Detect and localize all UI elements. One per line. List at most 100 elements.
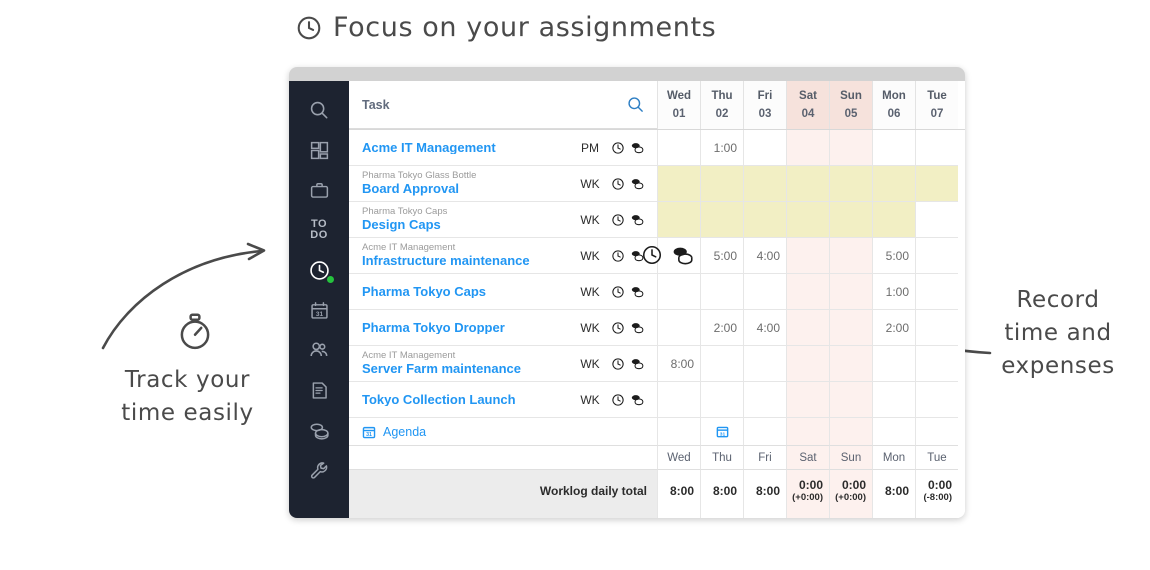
worklog-cell[interactable] <box>786 202 829 238</box>
agenda-day-cell[interactable] <box>786 418 829 446</box>
clock-icon[interactable] <box>611 249 625 263</box>
worklog-cell[interactable] <box>786 130 829 166</box>
worklog-cell[interactable] <box>829 166 872 202</box>
agenda-day-cell[interactable]: 31 <box>700 418 743 446</box>
worklog-cell[interactable] <box>872 382 915 418</box>
day-header-wed[interactable]: Wed 01 <box>657 81 700 129</box>
task-name-link[interactable]: Pharma Tokyo Dropper <box>362 321 573 335</box>
sidebar-item-people[interactable] <box>299 337 339 363</box>
worklog-cell[interactable]: 1:00 <box>872 274 915 310</box>
worklog-cell[interactable]: 2:00 <box>872 310 915 346</box>
task-name-link[interactable]: Design Caps <box>362 218 573 232</box>
sidebar-item-todo[interactable]: TO DO <box>299 217 339 243</box>
worklog-cell[interactable] <box>786 238 829 274</box>
task-name-link[interactable]: Infrastructure maintenance <box>362 254 573 268</box>
calendar-icon[interactable]: 31 <box>716 425 729 438</box>
row-action-icons[interactable] <box>607 140 647 155</box>
agenda-day-cell[interactable] <box>829 418 872 446</box>
coins-icon[interactable] <box>630 392 645 407</box>
search-icon[interactable] <box>626 95 645 114</box>
worklog-cell[interactable] <box>829 130 872 166</box>
worklog-cell[interactable] <box>657 202 700 238</box>
worklog-cell[interactable] <box>786 274 829 310</box>
table-row[interactable]: Tokyo Collection Launch WK <box>349 382 965 418</box>
clock-icon[interactable] <box>611 357 625 371</box>
task-name-link[interactable]: Board Approval <box>362 182 573 196</box>
worklog-cell[interactable] <box>657 382 700 418</box>
agenda-day-cell[interactable] <box>657 418 700 446</box>
worklog-cell[interactable] <box>872 166 915 202</box>
worklog-cell[interactable]: 4:00 <box>743 310 786 346</box>
worklog-cell[interactable] <box>743 346 786 382</box>
worklog-cell[interactable] <box>915 238 958 274</box>
worklog-cell[interactable]: 2:00 <box>700 310 743 346</box>
task-name-link[interactable]: Tokyo Collection Launch <box>362 393 573 407</box>
coins-icon[interactable] <box>630 212 645 227</box>
agenda-row[interactable]: 31 Agenda 31 <box>349 418 965 446</box>
clock-icon[interactable] <box>641 244 663 266</box>
table-row[interactable]: Acme IT Management PM 1:00 <box>349 130 965 166</box>
task-name-link[interactable]: Server Farm maintenance <box>362 362 573 376</box>
clock-icon[interactable] <box>611 321 625 335</box>
row-action-icons[interactable] <box>607 176 647 191</box>
coins-icon[interactable] <box>630 320 645 335</box>
task-name-link[interactable]: Pharma Tokyo Caps <box>362 285 573 299</box>
row-action-icons[interactable] <box>607 212 647 227</box>
table-row[interactable]: Pharma Tokyo Dropper WK 2:00 4:00 2:00 <box>349 310 965 346</box>
sidebar-item-calendar[interactable]: 31 <box>299 297 339 323</box>
sidebar-item-settings[interactable] <box>299 457 339 483</box>
worklog-cell[interactable] <box>915 310 958 346</box>
table-row[interactable]: Pharma Tokyo Caps WK 1:00 <box>349 274 965 310</box>
worklog-cell[interactable] <box>915 130 958 166</box>
worklog-cell[interactable] <box>743 274 786 310</box>
clock-icon[interactable] <box>611 285 625 299</box>
day-header-thu[interactable]: Thu 02 <box>700 81 743 129</box>
worklog-cell[interactable] <box>657 130 700 166</box>
worklog-cell[interactable] <box>872 130 915 166</box>
worklog-cell[interactable] <box>829 202 872 238</box>
worklog-cell[interactable]: 4:00 <box>743 238 786 274</box>
table-row[interactable]: Acme IT Management Server Farm maintenanc… <box>349 346 965 382</box>
day-header-mon[interactable]: Mon 06 <box>872 81 915 129</box>
worklog-cell[interactable] <box>700 346 743 382</box>
worklog-cell[interactable] <box>915 274 958 310</box>
worklog-cell[interactable] <box>915 382 958 418</box>
sidebar-item-search[interactable] <box>299 97 339 123</box>
coins-icon[interactable] <box>671 243 695 267</box>
table-row[interactable]: Pharma Tokyo Caps Design Caps WK <box>349 202 965 238</box>
worklog-cell[interactable]: 1:00 <box>700 130 743 166</box>
coins-icon[interactable] <box>630 140 645 155</box>
clock-icon[interactable] <box>611 213 625 227</box>
worklog-cell[interactable] <box>915 166 958 202</box>
worklog-cell[interactable] <box>829 310 872 346</box>
worklog-cell[interactable] <box>786 166 829 202</box>
worklog-cell[interactable] <box>700 382 743 418</box>
worklog-cell[interactable] <box>915 202 958 238</box>
worklog-cell[interactable] <box>700 202 743 238</box>
coins-icon[interactable] <box>630 356 645 371</box>
table-row[interactable]: Pharma Tokyo Glass Bottle Board Approval W… <box>349 166 965 202</box>
worklog-cell[interactable] <box>786 382 829 418</box>
clock-icon[interactable] <box>611 177 625 191</box>
worklog-cell[interactable] <box>829 346 872 382</box>
worklog-cell[interactable] <box>657 274 700 310</box>
worklog-cell[interactable] <box>915 346 958 382</box>
task-search-bar[interactable]: Task <box>349 81 657 129</box>
row-action-icons[interactable] <box>607 356 647 371</box>
worklog-cell[interactable] <box>829 238 872 274</box>
worklog-cell[interactable] <box>786 310 829 346</box>
worklog-cell[interactable]: 8:00 <box>657 346 700 382</box>
worklog-cell[interactable] <box>700 274 743 310</box>
worklog-cell[interactable]: 5:00 <box>700 238 743 274</box>
worklog-cell[interactable] <box>829 382 872 418</box>
worklog-cell[interactable] <box>829 274 872 310</box>
agenda-day-cell[interactable] <box>743 418 786 446</box>
agenda-day-cell[interactable] <box>872 418 915 446</box>
worklog-cell[interactable] <box>786 346 829 382</box>
worklog-cell[interactable]: 5:00 <box>872 238 915 274</box>
coins-icon[interactable] <box>630 176 645 191</box>
worklog-cell[interactable] <box>657 310 700 346</box>
task-name-link[interactable]: Acme IT Management <box>362 141 573 155</box>
coins-icon[interactable] <box>630 284 645 299</box>
sidebar-item-projects[interactable] <box>299 177 339 203</box>
